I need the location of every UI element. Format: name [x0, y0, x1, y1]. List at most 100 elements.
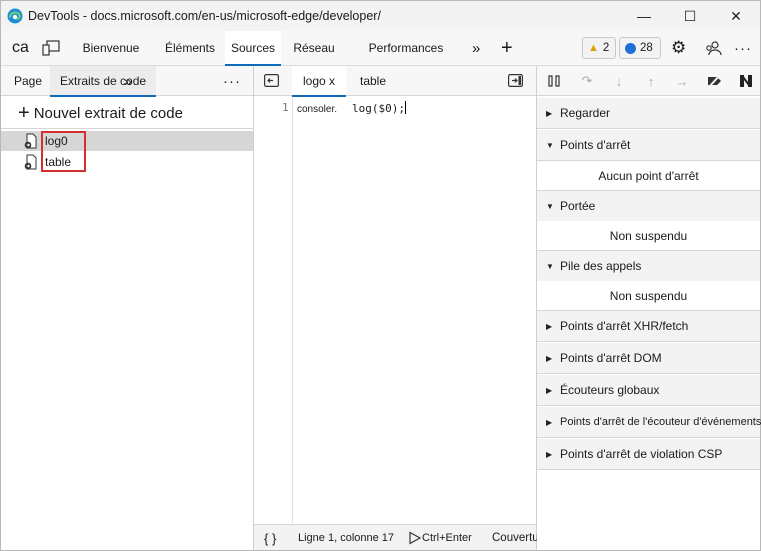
expanded-triangle-icon: ▼ [546, 201, 554, 211]
devtools-window: DevTools - docs.microsoft.com/en-us/micr… [0, 0, 761, 551]
tab-network[interactable]: Réseau [289, 31, 339, 65]
tab-page[interactable]: Page [14, 66, 42, 96]
title-bar: DevTools - docs.microsoft.com/en-us/micr… [1, 1, 760, 31]
toggle-debugger-icon[interactable] [508, 74, 523, 87]
section-global-listeners[interactable]: ▶ Écouteurs globaux [537, 375, 760, 406]
collapsed-triangle-icon: ▶ [546, 449, 553, 459]
close-button[interactable]: ✕ [713, 1, 759, 31]
section-label: Points d'arrêt de l'écouteur d'événement… [560, 416, 761, 428]
step-over-icon[interactable]: ↷ [578, 72, 596, 90]
warnings-count: 2 [602, 42, 610, 54]
maximize-button[interactable]: ☐ [667, 1, 713, 31]
line-gutter [254, 97, 293, 523]
maximize-icon: ☐ [683, 7, 697, 24]
snippet-item-log0[interactable]: log0 [1, 131, 253, 151]
snippet-file-icon [24, 154, 37, 170]
expanded-triangle-icon: ▼ [546, 261, 554, 271]
section-label: Portée [560, 199, 596, 213]
minimize-icon: — [637, 8, 651, 24]
navigator-pane: Page Extraits de code » ··· + Nouvel ext… [1, 66, 254, 550]
call-stack-message: Non suspendu [537, 281, 760, 311]
section-label: Points d'arrêt de violation CSP [560, 447, 723, 461]
step-out-icon[interactable]: ↑ [642, 72, 660, 90]
pause-icon[interactable] [545, 72, 563, 90]
feedback-button[interactable] [704, 31, 722, 65]
section-xhr-breakpoints[interactable]: ▶ Points d'arrêt XHR/fetch [537, 311, 760, 342]
collapsed-triangle-icon: ▶ [546, 108, 553, 118]
code-line[interactable]: consoler. log($0); [297, 101, 407, 115]
messages-badge[interactable]: 28 [619, 37, 661, 59]
deactivate-breakpoints-icon[interactable] [705, 72, 723, 90]
section-csp-breakpoints[interactable]: ▶ Points d'arrêt de violation CSP [537, 439, 760, 470]
edge-logo-icon [7, 8, 23, 24]
settings-gear-icon[interactable]: ⚙ [671, 31, 686, 65]
breakpoints-message: Aucun point d'arrêt [537, 161, 760, 191]
ca-label[interactable]: ca [12, 31, 29, 65]
editor-status-bar: { } Ligne 1, colonne 17 Ctrl+Enter Couve… [254, 524, 549, 551]
warning-icon: ▲ [588, 42, 599, 54]
close-icon: ✕ [730, 7, 742, 24]
device-emulation-button[interactable] [42, 31, 60, 65]
messages-count: 28 [640, 42, 653, 54]
collapsed-triangle-icon: ▶ [546, 417, 553, 427]
editor-tab-table[interactable]: table [360, 66, 386, 96]
debugger-toolbar: ↷ ↓ ↑ → [537, 66, 760, 96]
minimize-button[interactable]: — [621, 1, 667, 31]
collapsed-triangle-icon: ▶ [546, 353, 553, 363]
debugger-pane: ↷ ↓ ↑ → ▶ Regarder ▼ Points d'arrêt Aucu… [537, 66, 761, 550]
code-token: consoler. [297, 104, 338, 115]
pretty-print-icon[interactable]: { } [264, 525, 276, 551]
editor-tab-log[interactable]: logo x [292, 66, 347, 97]
section-scope[interactable]: ▼ Portée [537, 191, 760, 222]
snippet-item-table[interactable]: table [1, 152, 253, 172]
code-token: log($0); [352, 102, 406, 115]
run-snippet-button[interactable]: Ctrl+Enter [408, 525, 472, 551]
collapsed-triangle-icon: ▶ [546, 321, 553, 331]
tab-performance[interactable]: Performances [367, 31, 445, 65]
plus-icon: + [18, 102, 30, 124]
pause-on-exceptions-icon[interactable] [737, 72, 755, 90]
cursor-position: Ligne 1, colonne 17 [298, 532, 395, 544]
editor-tabs: logo x table [254, 66, 536, 97]
section-label: Écouteurs globaux [560, 383, 660, 397]
divider [1, 128, 253, 129]
more-tabs-chevron-icon[interactable]: » [472, 31, 480, 65]
section-label: Points d'arrêt XHR/fetch [560, 319, 689, 333]
line-number: 1 [282, 101, 289, 114]
section-label: Regarder [560, 106, 611, 120]
new-snippet-button[interactable]: + Nouvel extrait de code [18, 102, 183, 124]
tab-sources[interactable]: Sources [225, 31, 281, 66]
step-into-icon[interactable]: ↓ [610, 72, 628, 90]
scope-message: Non suspendu [537, 221, 760, 251]
section-breakpoints[interactable]: ▼ Points d'arrêt [537, 130, 760, 161]
text-caret [405, 101, 407, 114]
main-toolbar: ca Bienvenue Éléments Sources Réseau Per… [1, 31, 760, 66]
message-icon [625, 42, 636, 54]
section-label: Points d'arrêt DOM [560, 351, 662, 365]
device-emulation-icon [42, 40, 60, 56]
section-dom-breakpoints[interactable]: ▶ Points d'arrêt DOM [537, 343, 760, 374]
window-title: DevTools - docs.microsoft.com/en-us/micr… [28, 9, 381, 23]
section-watch[interactable]: ▶ Regarder [537, 98, 760, 129]
highlight-box [41, 131, 86, 172]
collapsed-triangle-icon: ▶ [546, 385, 553, 395]
run-icon [409, 531, 422, 545]
section-call-stack[interactable]: ▼ Pile des appels [537, 251, 760, 282]
section-event-listener-breakpoints[interactable]: ▶ Points d'arrêt de l'écouteur d'événeme… [537, 407, 761, 438]
tab-welcome[interactable]: Bienvenue [79, 31, 143, 65]
tab-snippets[interactable]: Extraits de code [50, 66, 157, 97]
step-icon[interactable]: → [673, 72, 691, 90]
navigator-options-icon[interactable]: ··· [223, 66, 241, 96]
navigator-more-chevron-icon[interactable]: » [124, 66, 132, 96]
expanded-triangle-icon: ▼ [546, 140, 554, 150]
more-options-icon[interactable]: ··· [734, 31, 752, 65]
warnings-badge[interactable]: ▲ 2 [582, 37, 616, 59]
section-label: Pile des appels [560, 259, 642, 273]
toggle-navigator-icon[interactable] [264, 74, 279, 87]
section-label: Points d'arrêt [560, 138, 631, 152]
editor-pane: logo x table 1 consoler. log($0); { } Lig… [254, 66, 549, 551]
snippet-file-icon [24, 133, 37, 149]
navigator-tabs: Page Extraits de code » ··· [1, 66, 253, 97]
tab-elements[interactable]: Éléments [161, 31, 219, 65]
add-tab-icon[interactable]: + [501, 31, 513, 65]
